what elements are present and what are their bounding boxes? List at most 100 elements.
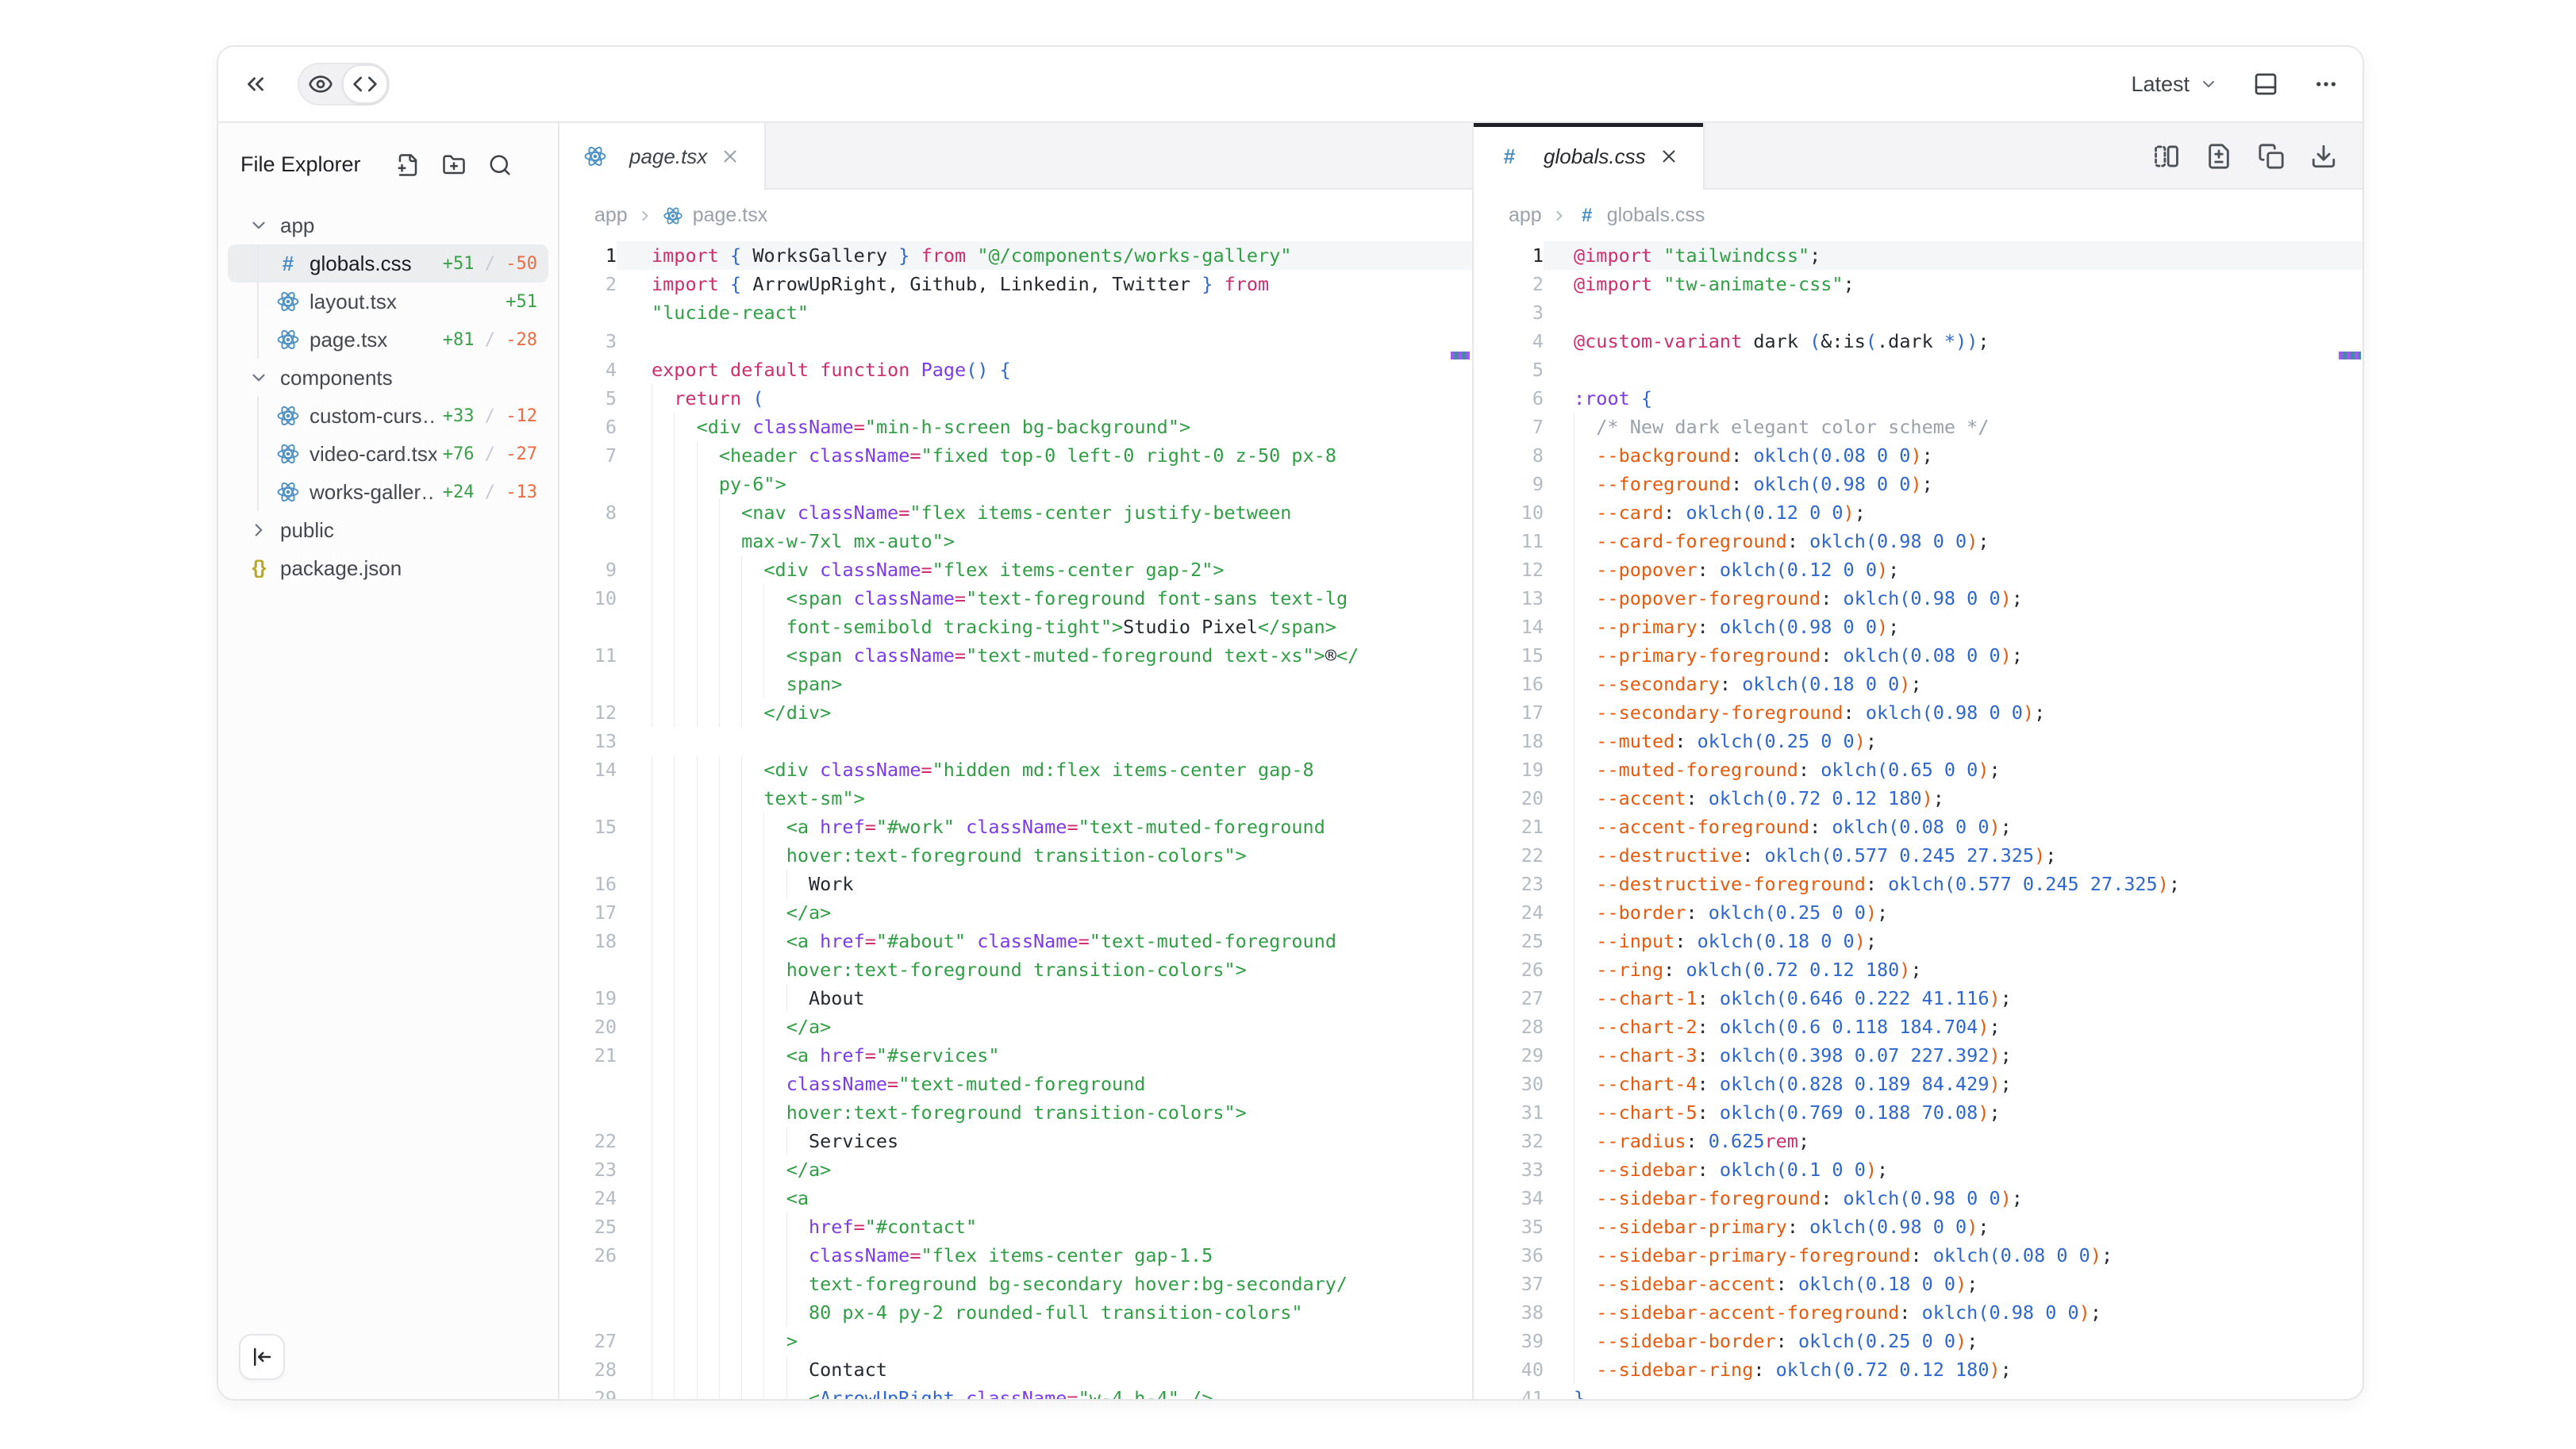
code-line: 14--primary: oklch(0.98 0 0); xyxy=(1474,613,2363,641)
indent-guide xyxy=(652,1155,674,1184)
copy-icon[interactable] xyxy=(2258,143,2285,170)
code-line: 10<span className="text-foreground font-… xyxy=(559,584,1472,613)
code-line: 34--sidebar-foreground: oklch(0.98 0 0); xyxy=(1474,1184,2363,1213)
indent-guide xyxy=(674,1241,696,1270)
tree-item-works-galler[interactable]: works-galler…+24 / -13 xyxy=(228,473,548,511)
code-line: 26--ring: oklch(0.72 0.12 180); xyxy=(1474,955,2363,984)
tabbar-left: page.tsx xyxy=(559,123,1472,190)
version-selector[interactable]: Latest xyxy=(2131,72,2218,97)
indent-guide xyxy=(763,1241,786,1270)
code-view-icon[interactable] xyxy=(342,64,388,104)
line-number: 36 xyxy=(1474,1241,1544,1270)
indent-guide xyxy=(719,1241,741,1270)
indent-guide xyxy=(719,813,741,841)
search-icon[interactable] xyxy=(488,153,512,177)
file-label: page.tsx xyxy=(310,328,387,352)
close-icon[interactable] xyxy=(720,146,740,167)
line-number: 9 xyxy=(559,555,617,584)
code-line: 7<header className="fixed top-0 left-0 r… xyxy=(559,441,1472,470)
indent-guide xyxy=(786,1127,809,1155)
tree-item-layout.tsx[interactable]: layout.tsx+51 xyxy=(228,282,548,321)
line-number: 7 xyxy=(1474,413,1544,441)
line-number xyxy=(559,1098,617,1127)
tab-page-tsx[interactable]: page.tsx xyxy=(559,123,766,190)
indent-guide xyxy=(1574,755,1596,784)
line-number: 38 xyxy=(1474,1298,1544,1327)
close-icon[interactable] xyxy=(1659,146,1679,167)
indent-guide xyxy=(697,1327,719,1355)
scrollbar-marker xyxy=(2339,352,2361,359)
code-line: text-foreground bg-secondary hover:bg-se… xyxy=(559,1270,1472,1298)
file-label: custom-curs… xyxy=(310,404,436,429)
code-line: 30--chart-4: oklch(0.828 0.189 84.429); xyxy=(1474,1070,2363,1098)
indent-guide xyxy=(1574,955,1596,984)
line-number: 6 xyxy=(1474,384,1544,413)
file-label: works-galler… xyxy=(310,480,436,505)
indent-guide xyxy=(652,1327,674,1355)
indent-guide xyxy=(652,1098,674,1127)
indent-guide xyxy=(741,1098,763,1127)
indent-guide xyxy=(674,1327,696,1355)
tree-item-app[interactable]: app xyxy=(228,206,548,244)
tree-item-globals.css[interactable]: #globals.css+51 / -50 xyxy=(228,244,548,282)
css-icon: # xyxy=(1498,144,1521,169)
line-number: 23 xyxy=(1474,870,1544,898)
indent-guide xyxy=(719,1298,741,1327)
indent-guide xyxy=(697,1213,719,1241)
indent-guide xyxy=(697,1184,719,1213)
code-editor-page-tsx[interactable]: 1import { WorksGallery } from "@/compone… xyxy=(559,241,1472,1399)
indent-guide xyxy=(674,1270,696,1298)
indent-guide xyxy=(697,927,719,955)
code-editor-globals-css[interactable]: 1@import "tailwindcss";2@import "tw-anim… xyxy=(1474,241,2363,1399)
react-file-icon xyxy=(276,404,300,428)
indent-guide xyxy=(674,527,696,555)
code-line: 15--primary-foreground: oklch(0.08 0 0); xyxy=(1474,641,2363,670)
indent-guide xyxy=(652,413,674,441)
indent-guide xyxy=(786,1270,809,1298)
tab-label: globals.css xyxy=(1544,144,1646,169)
file-label: layout.tsx xyxy=(310,290,397,314)
more-ellipsis-icon[interactable] xyxy=(2313,71,2339,97)
indent-guide xyxy=(741,1013,763,1041)
line-number: 19 xyxy=(1474,755,1544,784)
indent-guide xyxy=(674,870,696,898)
code-line: 8<nav className="flex items-center justi… xyxy=(559,498,1472,527)
indent-guide xyxy=(719,755,741,784)
indent-guide xyxy=(741,1270,763,1298)
indent-guide xyxy=(763,1213,786,1241)
tree-item-page.tsx[interactable]: page.tsx+81 / -28 xyxy=(228,321,548,359)
indent-guide xyxy=(719,498,741,527)
line-number: 20 xyxy=(1474,784,1544,813)
indent-guide xyxy=(652,698,674,727)
tree-item-custom-curs[interactable]: custom-curs…+33 / -12 xyxy=(228,397,548,435)
tab-globals-css[interactable]: # globals.css xyxy=(1474,123,1705,190)
indent-guide xyxy=(1574,1327,1596,1355)
preview-eye-icon[interactable] xyxy=(299,64,342,104)
panel-bottom-icon[interactable] xyxy=(2253,71,2278,97)
indent-guide xyxy=(1574,555,1596,584)
indent-guide xyxy=(674,613,696,641)
tree-item-components[interactable]: components xyxy=(228,359,548,397)
file-diff-icon[interactable] xyxy=(2205,143,2232,170)
code-line: 28Contact xyxy=(559,1355,1472,1384)
tree-item-public[interactable]: public xyxy=(228,511,548,549)
indent-guide xyxy=(741,670,763,698)
code-line: 13 xyxy=(559,727,1472,755)
chevrons-left-icon[interactable] xyxy=(242,71,269,98)
new-folder-icon[interactable] xyxy=(442,153,466,177)
code-line: 2@import "tw-animate-css"; xyxy=(1474,270,2363,298)
new-file-icon[interactable] xyxy=(396,153,420,177)
indent-guide xyxy=(674,813,696,841)
split-view-icon[interactable] xyxy=(2153,143,2180,170)
breadcrumb: app page.tsx xyxy=(559,190,1472,241)
code-line: py-6"> xyxy=(559,470,1472,498)
indent-guide xyxy=(674,584,696,613)
indent-guide xyxy=(697,955,719,984)
line-number: 25 xyxy=(1474,927,1544,955)
collapse-sidebar-button[interactable] xyxy=(239,1334,285,1380)
line-number: 26 xyxy=(1474,955,1544,984)
indent-guide xyxy=(1574,498,1596,527)
download-icon[interactable] xyxy=(2310,143,2337,170)
tree-item-video-card.tsx[interactable]: video-card.tsx+76 / -27 xyxy=(228,435,548,473)
tree-item-package.json[interactable]: {}package.json xyxy=(228,549,548,587)
